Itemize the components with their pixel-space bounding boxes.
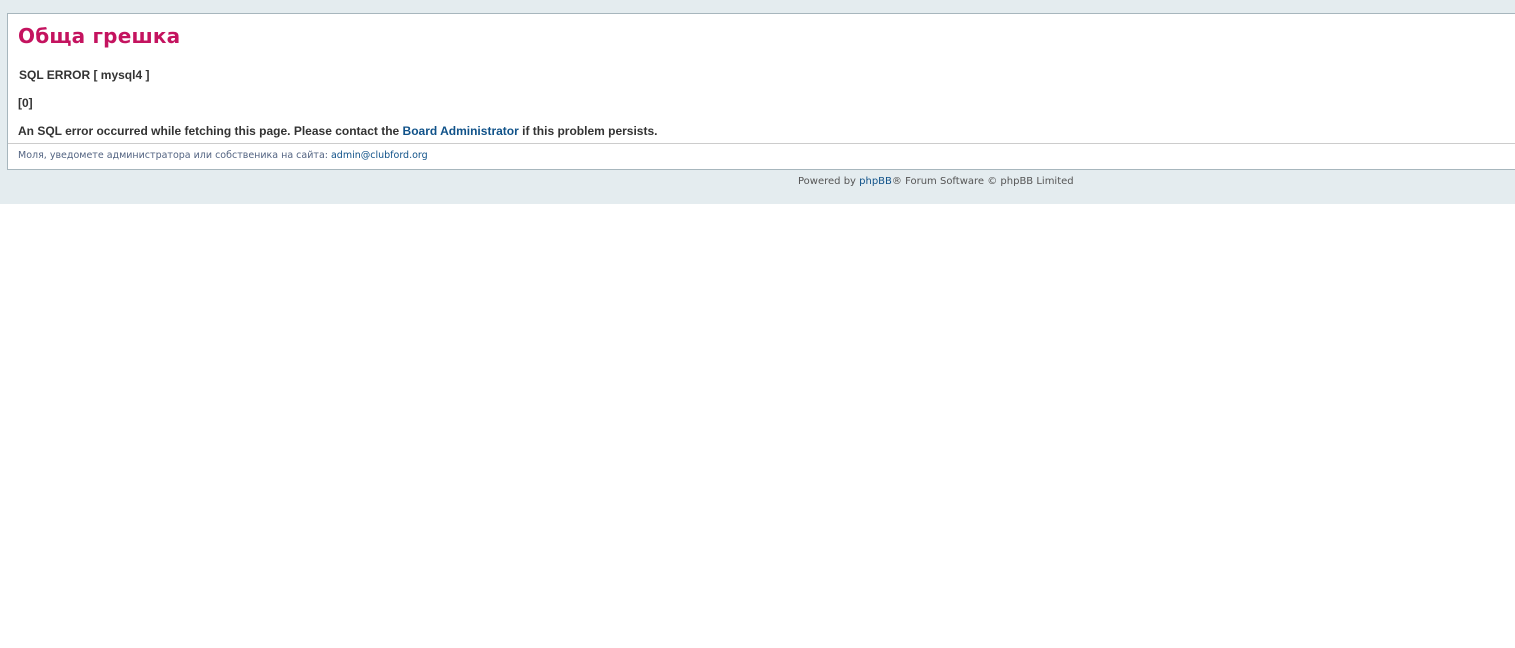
- board-administrator-link[interactable]: Board Administrator: [403, 124, 519, 138]
- contact-notice: Моля, уведомете администратора или собст…: [18, 150, 428, 161]
- footer-prefix: Powered by: [798, 176, 860, 187]
- error-message-start: An SQL error occurred while fetching thi…: [18, 124, 403, 138]
- contact-notice-text: Моля, уведомете администратора или собст…: [18, 150, 331, 161]
- error-message-end: if this problem persists.: [518, 124, 658, 138]
- error-panel: Обща грешка SQL ERROR [ mysql4 ] [0] An …: [7, 13, 1515, 170]
- error-message: An SQL error occurred while fetching thi…: [18, 124, 657, 138]
- page-title: Обща грешка: [18, 24, 181, 48]
- error-code: [0]: [18, 96, 33, 110]
- admin-email-link[interactable]: admin@clubford.org: [331, 150, 428, 161]
- footer-suffix: ® Forum Software © phpBB Limited: [891, 176, 1074, 187]
- footer-copyright: Powered by phpBB® Forum Software © phpBB…: [798, 176, 1074, 187]
- page-wrapper: Обща грешка SQL ERROR [ mysql4 ] [0] An …: [0, 0, 1515, 204]
- sql-error-label: SQL ERROR [ mysql4 ]: [19, 68, 150, 82]
- phpbb-link[interactable]: phpBB: [859, 176, 892, 187]
- divider: [8, 143, 1515, 144]
